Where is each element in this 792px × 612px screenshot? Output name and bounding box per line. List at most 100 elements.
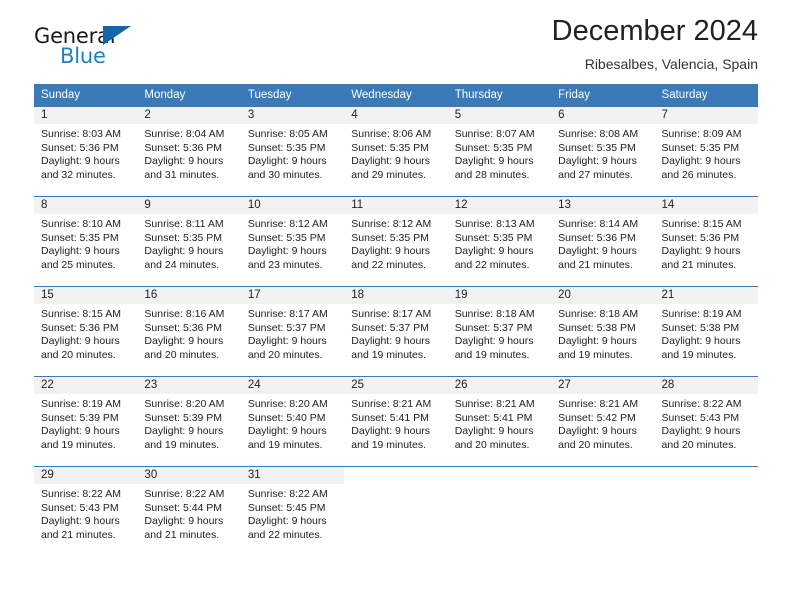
day-detail-daylight-line1: Daylight: 9 hours <box>454 245 534 258</box>
day-details: Sunrise: 8:17 AM Sunset: 5:37 PM Daylight:… <box>344 304 447 362</box>
day-cell-content: 30 Sunrise: 8:22 AM Sunset: 5:44 PM Dayligh… <box>137 467 241 556</box>
day-number: 6 <box>551 107 655 124</box>
logo-text-blue: Blue <box>60 44 106 68</box>
calendar-day-cell[interactable]: 20 Sunrise: 8:18 AM Sunset: 5:38 PM Dayligh… <box>551 286 655 377</box>
calendar-day-cell[interactable]: 4 Sunrise: 8:06 AM Sunset: 5:35 PM Daylight… <box>344 106 448 197</box>
day-details: Sunrise: 8:15 AM Sunset: 5:36 PM Daylight:… <box>655 214 758 272</box>
calendar-day-cell[interactable]: 11 Sunrise: 8:12 AM Sunset: 5:35 PM Dayligh… <box>344 196 448 287</box>
day-cell-content: 17 Sunrise: 8:17 AM Sunset: 5:37 PM Dayligh… <box>240 287 345 376</box>
calendar-day-cell[interactable]: 5 Sunrise: 8:07 AM Sunset: 5:35 PM Daylight… <box>447 106 552 197</box>
day-detail-daylight-line2: and 30 minutes. <box>247 168 323 181</box>
day-detail-sunset: Sunset: 5:35 PM <box>454 141 533 154</box>
day-details: Sunrise: 8:20 AM Sunset: 5:39 PM Daylight:… <box>137 394 240 452</box>
calendar-day-cell[interactable]: 23 Sunrise: 8:20 AM Sunset: 5:39 PM Dayligh… <box>137 376 241 467</box>
day-detail-daylight-line1: Daylight: 9 hours <box>247 335 327 348</box>
day-details: Sunrise: 8:14 AM Sunset: 5:36 PM Daylight:… <box>551 214 654 272</box>
day-cell-content: 4 Sunrise: 8:06 AM Sunset: 5:35 PM Daylight… <box>344 107 448 196</box>
day-detail-daylight-line1: Daylight: 9 hours <box>41 245 120 258</box>
day-details <box>655 484 758 488</box>
day-detail-daylight-line1: Daylight: 9 hours <box>41 335 120 348</box>
day-detail-sunrise: Sunrise: 8:09 AM <box>661 128 742 140</box>
day-detail-daylight-line2: and 19 minutes. <box>144 438 220 451</box>
day-number: 13 <box>551 197 655 214</box>
calendar-day-cell[interactable]: 6 Sunrise: 8:08 AM Sunset: 5:35 PM Daylight… <box>551 106 655 197</box>
calendar-day-cell[interactable]: 2 Sunrise: 8:04 AM Sunset: 5:36 PM Daylight… <box>137 106 241 197</box>
day-detail-sunrise: Sunrise: 8:20 AM <box>247 398 328 410</box>
day-details: Sunrise: 8:08 AM Sunset: 5:35 PM Daylight:… <box>551 124 654 182</box>
day-detail-sunset: Sunset: 5:37 PM <box>454 321 533 334</box>
day-cell-content <box>447 467 552 556</box>
calendar-day-cell[interactable]: 16 Sunrise: 8:16 AM Sunset: 5:36 PM Dayligh… <box>137 286 241 377</box>
calendar-day-cell[interactable]: 8 Sunrise: 8:10 AM Sunset: 5:35 PM Daylight… <box>34 196 138 287</box>
day-detail-daylight-line1: Daylight: 9 hours <box>41 425 120 438</box>
day-detail-daylight-line2: and 32 minutes. <box>41 168 116 181</box>
day-number: 12 <box>447 197 552 214</box>
calendar-day-cell[interactable]: 15 Sunrise: 8:15 AM Sunset: 5:36 PM Dayligh… <box>34 286 138 377</box>
day-detail-sunrise: Sunrise: 8:04 AM <box>144 128 225 140</box>
day-detail-daylight-line1: Daylight: 9 hours <box>661 335 741 348</box>
day-detail-daylight-line2: and 20 minutes. <box>144 348 220 361</box>
day-detail-daylight-line1: Daylight: 9 hours <box>41 155 120 168</box>
calendar-day-cell[interactable]: 3 Sunrise: 8:05 AM Sunset: 5:35 PM Daylight… <box>240 106 345 197</box>
day-number: 3 <box>240 107 345 124</box>
day-detail-daylight-line1: Daylight: 9 hours <box>661 425 741 438</box>
day-detail-sunrise: Sunrise: 8:21 AM <box>558 398 639 410</box>
calendar-day-cell[interactable]: 30 Sunrise: 8:22 AM Sunset: 5:44 PM Dayligh… <box>137 466 241 556</box>
calendar-day-cell[interactable]: 10 Sunrise: 8:12 AM Sunset: 5:35 PM Dayligh… <box>240 196 345 287</box>
calendar-day-cell[interactable]: 17 Sunrise: 8:17 AM Sunset: 5:37 PM Dayligh… <box>240 286 345 377</box>
calendar-day-cell[interactable]: 18 Sunrise: 8:17 AM Sunset: 5:37 PM Dayligh… <box>344 286 448 377</box>
day-cell-content: 21 Sunrise: 8:19 AM Sunset: 5:38 PM Dayligh… <box>654 287 758 376</box>
day-cell-content: 16 Sunrise: 8:16 AM Sunset: 5:36 PM Dayligh… <box>137 287 241 376</box>
day-detail-daylight-line2: and 21 minutes. <box>41 528 116 541</box>
calendar-day-cell[interactable]: 31 Sunrise: 8:22 AM Sunset: 5:45 PM Dayligh… <box>240 466 345 556</box>
day-detail-daylight-line1: Daylight: 9 hours <box>558 245 637 258</box>
day-detail-sunrise: Sunrise: 8:17 AM <box>351 308 432 320</box>
day-cell-content: 7 Sunrise: 8:09 AM Sunset: 5:35 PM Daylight… <box>654 107 758 196</box>
calendar-week-row: 29 Sunrise: 8:22 AM Sunset: 5:43 PM Dayligh… <box>34 466 758 556</box>
day-cell-content: 22 Sunrise: 8:19 AM Sunset: 5:39 PM Dayligh… <box>34 377 138 466</box>
day-number: 18 <box>344 287 448 304</box>
calendar-day-cell[interactable]: 14 Sunrise: 8:15 AM Sunset: 5:36 PM Dayligh… <box>654 196 758 287</box>
generalblue-logo[interactable]: General Blue <box>34 24 154 70</box>
day-detail-daylight-line2: and 19 minutes. <box>351 438 426 451</box>
day-detail-sunset: Sunset: 5:39 PM <box>144 411 223 424</box>
calendar-day-cell[interactable]: 22 Sunrise: 8:19 AM Sunset: 5:39 PM Dayligh… <box>34 376 138 467</box>
day-detail-sunset: Sunset: 5:38 PM <box>558 321 636 334</box>
calendar-day-cell[interactable]: 13 Sunrise: 8:14 AM Sunset: 5:36 PM Dayligh… <box>551 196 655 287</box>
day-detail-sunset: Sunset: 5:35 PM <box>454 231 533 244</box>
day-detail-daylight-line1: Daylight: 9 hours <box>454 155 534 168</box>
calendar-day-cell[interactable]: 28 Sunrise: 8:22 AM Sunset: 5:43 PM Dayligh… <box>654 376 758 467</box>
day-number: 20 <box>551 287 655 304</box>
day-number: 8 <box>34 197 138 214</box>
day-detail-sunrise: Sunrise: 8:19 AM <box>41 398 121 410</box>
calendar-day-cell[interactable]: 9 Sunrise: 8:11 AM Sunset: 5:35 PM Daylight… <box>137 196 241 287</box>
calendar-day-cell[interactable]: 19 Sunrise: 8:18 AM Sunset: 5:37 PM Dayligh… <box>447 286 552 377</box>
page-subtitle: Ribesalbes, Valencia, Spain <box>584 55 758 72</box>
calendar-day-cell[interactable]: 24 Sunrise: 8:20 AM Sunset: 5:40 PM Dayligh… <box>240 376 345 467</box>
day-number <box>447 467 552 484</box>
day-detail-sunrise: Sunrise: 8:22 AM <box>41 488 121 500</box>
calendar-day-cell[interactable]: 25 Sunrise: 8:21 AM Sunset: 5:41 PM Dayligh… <box>344 376 448 467</box>
day-detail-daylight-line1: Daylight: 9 hours <box>351 425 431 438</box>
calendar-day-cell[interactable]: 12 Sunrise: 8:13 AM Sunset: 5:35 PM Dayligh… <box>447 196 552 287</box>
calendar-day-cell[interactable]: 26 Sunrise: 8:21 AM Sunset: 5:41 PM Dayligh… <box>447 376 552 467</box>
day-number: 9 <box>137 197 241 214</box>
day-cell-content: 5 Sunrise: 8:07 AM Sunset: 5:35 PM Daylight… <box>447 107 552 196</box>
day-detail-daylight-line2: and 21 minutes. <box>661 258 737 271</box>
day-details <box>551 484 654 488</box>
day-details: Sunrise: 8:20 AM Sunset: 5:40 PM Daylight:… <box>241 394 344 452</box>
calendar-day-cell[interactable]: 21 Sunrise: 8:19 AM Sunset: 5:38 PM Dayligh… <box>654 286 758 377</box>
day-number: 4 <box>344 107 448 124</box>
day-cell-content: 8 Sunrise: 8:10 AM Sunset: 5:35 PM Daylight… <box>34 197 138 286</box>
calendar-day-cell[interactable]: 1 Sunrise: 8:03 AM Sunset: 5:36 PM Daylight… <box>34 106 138 197</box>
day-details: Sunrise: 8:22 AM Sunset: 5:43 PM Daylight:… <box>34 484 137 542</box>
calendar-empty-cell <box>447 466 552 556</box>
day-detail-sunset: Sunset: 5:44 PM <box>144 501 223 514</box>
weekday-header-sunday: Sunday <box>34 84 138 107</box>
calendar-day-cell[interactable]: 29 Sunrise: 8:22 AM Sunset: 5:43 PM Dayligh… <box>34 466 138 556</box>
calendar-day-cell[interactable]: 27 Sunrise: 8:21 AM Sunset: 5:42 PM Dayligh… <box>551 376 655 467</box>
day-number: 7 <box>654 107 758 124</box>
day-detail-sunrise: Sunrise: 8:05 AM <box>247 128 328 140</box>
day-detail-daylight-line2: and 22 minutes. <box>351 258 426 271</box>
calendar-day-cell[interactable]: 7 Sunrise: 8:09 AM Sunset: 5:35 PM Daylight… <box>654 106 758 197</box>
